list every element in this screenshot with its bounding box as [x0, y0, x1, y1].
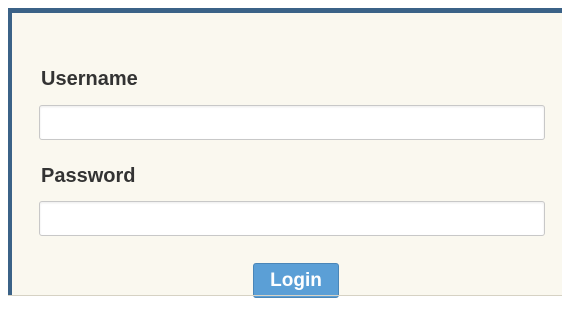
password-input[interactable]	[39, 201, 545, 236]
username-label: Username	[41, 68, 138, 90]
username-input[interactable]	[39, 105, 545, 140]
login-button[interactable]: Login	[253, 263, 339, 298]
panel-divider	[8, 295, 562, 296]
login-panel: Username Password Login	[8, 8, 562, 298]
password-label: Password	[41, 165, 136, 187]
